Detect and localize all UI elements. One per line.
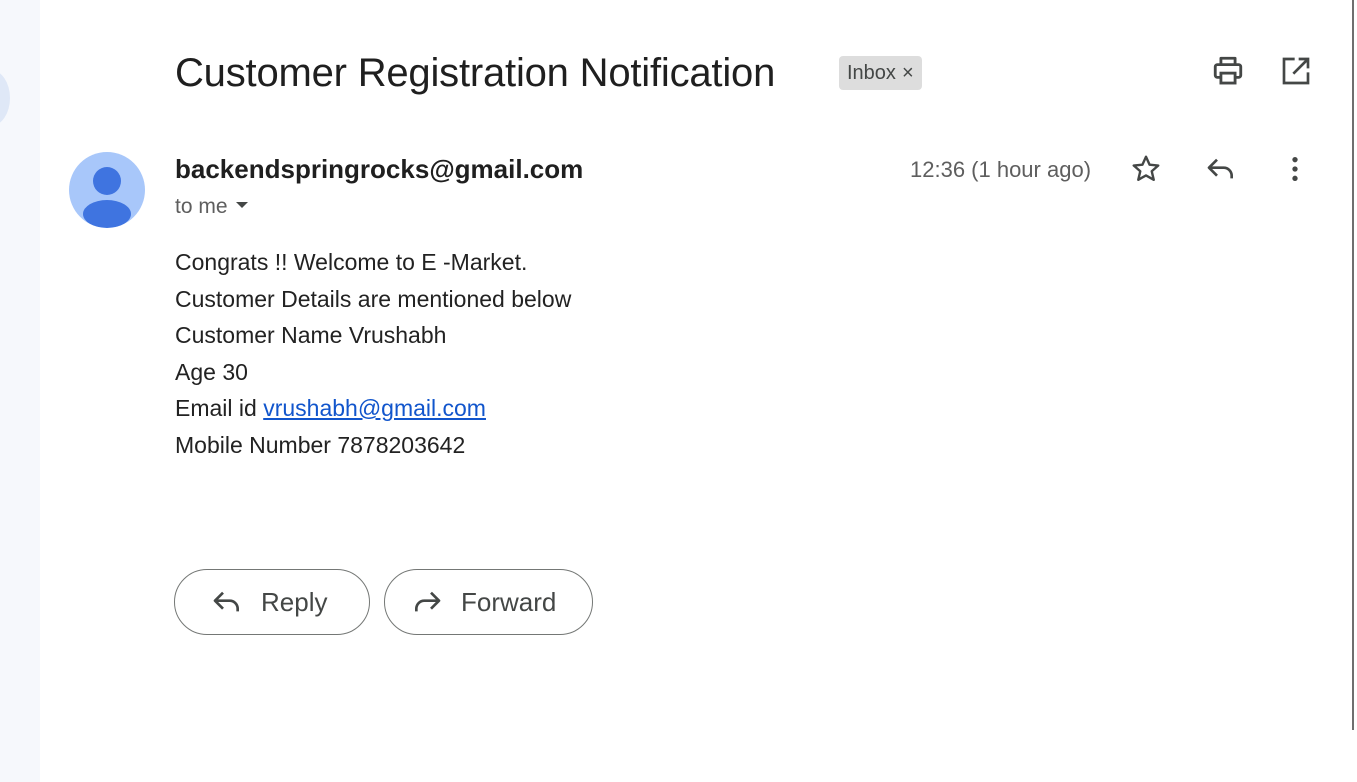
open-in-new-window-button[interactable] bbox=[1278, 55, 1314, 91]
body-line-email: Email id vrushabh@gmail.com bbox=[175, 390, 571, 427]
star-button[interactable] bbox=[1127, 152, 1165, 190]
star-icon bbox=[1130, 153, 1162, 190]
nav-highlight bbox=[0, 70, 10, 126]
caret-down-icon bbox=[234, 195, 250, 219]
reply-button-label: Reply bbox=[261, 586, 328, 617]
label-chip-inbox[interactable]: Inbox × bbox=[839, 56, 922, 90]
body-line: Customer Name Vrushabh bbox=[175, 322, 447, 348]
remove-label-button[interactable]: × bbox=[902, 62, 914, 85]
print-icon bbox=[1211, 54, 1245, 93]
scrollbar[interactable] bbox=[1352, 0, 1354, 730]
recipient-details-toggle[interactable]: to me bbox=[175, 195, 250, 219]
recipient-summary: to me bbox=[175, 195, 228, 218]
open-in-new-window-icon bbox=[1280, 55, 1312, 92]
default-avatar-icon bbox=[69, 167, 145, 228]
forward-icon bbox=[415, 591, 441, 612]
print-button[interactable] bbox=[1210, 55, 1246, 91]
body-line: Age 30 bbox=[175, 358, 248, 385]
forward-button[interactable]: Forward bbox=[384, 569, 593, 635]
sender-address: backendspringrocks@gmail.com bbox=[175, 154, 584, 184]
body-line: Customer Details are mentioned below bbox=[175, 285, 572, 312]
reply-button[interactable]: Reply bbox=[174, 569, 370, 635]
forward-button-label: Forward bbox=[461, 586, 557, 617]
sender-avatar[interactable] bbox=[69, 152, 145, 228]
body-line: Congrats !! Welcome to E -Market. bbox=[175, 249, 528, 275]
left-nav-strip bbox=[0, 0, 40, 782]
body-line: Mobile Number 7878203642 bbox=[175, 431, 466, 458]
email-timestamp: 12:36 (1 hour ago) bbox=[910, 157, 1092, 182]
email-subject: Customer Registration Notification bbox=[175, 51, 776, 95]
reply-icon bbox=[1205, 153, 1237, 190]
email-body: Congrats !! Welcome to E -Market. Custom… bbox=[175, 244, 571, 463]
label-chip-text: Inbox bbox=[847, 61, 896, 84]
reply-icon bbox=[213, 591, 239, 612]
email-id-label: Email id bbox=[175, 395, 264, 421]
more-options-button[interactable] bbox=[1276, 152, 1314, 190]
more-vert-icon bbox=[1279, 153, 1311, 190]
customer-email-link[interactable]: vrushabh@gmail.com bbox=[263, 395, 486, 421]
reply-button-header[interactable] bbox=[1202, 152, 1240, 190]
